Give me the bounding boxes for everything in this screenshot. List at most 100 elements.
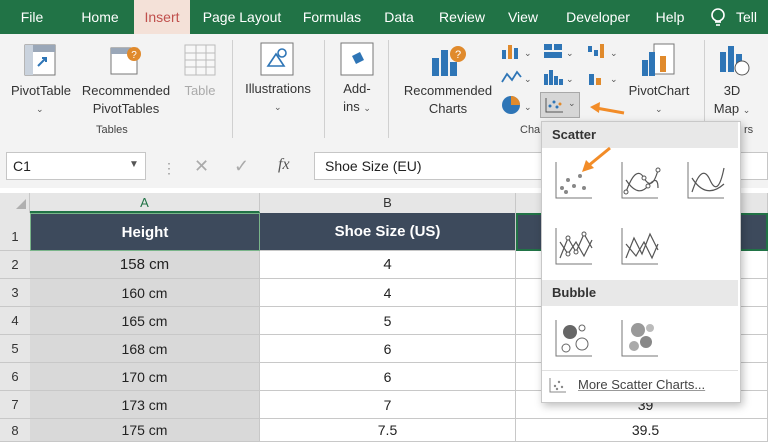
table-cell[interactable]: 4	[260, 251, 516, 279]
illustrations-button[interactable]: Illustrations	[238, 80, 318, 98]
combo-chart-caret-icon: ⌄	[610, 74, 618, 84]
menu-home[interactable]: Home	[70, 0, 130, 34]
table-button[interactable]: Table	[178, 82, 222, 100]
recommended-pivottables-line2: PivotTables	[92, 101, 160, 116]
menu-developer[interactable]: Developer	[556, 0, 640, 34]
table-cell[interactable]: 158 cm	[30, 251, 260, 279]
scatter-chart-button[interactable]: ⌄	[540, 92, 580, 118]
ribbon-separator	[232, 40, 233, 138]
row-header[interactable]: 4	[0, 307, 30, 335]
3d-map-line2: Map	[713, 101, 740, 116]
scatter-straight-lines-icon[interactable]	[618, 224, 662, 268]
row-header[interactable]: 8	[0, 419, 30, 442]
table-cell[interactable]: 170 cm	[30, 363, 260, 391]
menu-bar: File Home Insert Page Layout Formulas Da…	[0, 0, 768, 34]
tables-group-label: Tables	[96, 124, 128, 136]
table-header-cell[interactable]: Height	[30, 213, 260, 251]
3d-map-line1: 3D	[723, 83, 741, 98]
more-options-icon[interactable]: ⋮	[162, 160, 176, 177]
ribbon-separator	[324, 40, 325, 138]
menu-page-layout[interactable]: Page Layout	[196, 0, 288, 34]
table-cell[interactable]: 7.5	[260, 419, 516, 442]
table-cell[interactable]: 6	[260, 363, 516, 391]
tours-group-label: rs	[744, 124, 754, 136]
annotation-arrow-icon	[590, 102, 625, 115]
waterfall-chart-icon[interactable]	[586, 42, 608, 60]
pivottable-icon	[24, 44, 56, 76]
row-header[interactable]: 7	[0, 391, 30, 419]
addins-button[interactable]: Add- ins ⌄	[334, 80, 380, 117]
row-header[interactable]: 2	[0, 251, 30, 279]
column-chart-caret-icon: ⌄	[524, 48, 532, 58]
3d-map-button[interactable]: 3D Map ⌄	[712, 82, 752, 119]
table-cell[interactable]: 173 cm	[30, 391, 260, 419]
select-all-corner[interactable]	[0, 193, 30, 213]
recommended-pivottables-button[interactable]: Recommended PivotTables	[80, 82, 172, 118]
menu-data[interactable]: Data	[376, 0, 422, 34]
scatter-straight-lines-markers-icon[interactable]	[552, 224, 596, 268]
row-header[interactable]: 6	[0, 363, 30, 391]
hierarchy-chart-caret-icon: ⌄	[566, 48, 574, 58]
illustrations-caret-icon: ⌄	[274, 102, 282, 112]
menu-review[interactable]: Review	[432, 0, 492, 34]
table-cell[interactable]: 168 cm	[30, 335, 260, 363]
menu-formulas[interactable]: Formulas	[296, 0, 368, 34]
menu-help[interactable]: Help	[648, 0, 692, 34]
menu-view[interactable]: View	[500, 0, 546, 34]
lightbulb-icon	[711, 8, 725, 26]
recommended-charts-line2: Charts	[428, 101, 468, 116]
table-cell[interactable]: 165 cm	[30, 307, 260, 335]
scatter-smooth-lines-icon[interactable]	[684, 158, 728, 202]
line-chart-icon[interactable]	[500, 68, 522, 86]
cancel-icon[interactable]: ✕	[194, 156, 209, 177]
hierarchy-chart-icon[interactable]	[542, 42, 564, 60]
column-header-b[interactable]: B	[260, 193, 516, 213]
enter-icon[interactable]: ✓	[234, 156, 249, 177]
name-box[interactable]: C1 ▼	[6, 152, 146, 180]
addins-line1: Add-	[343, 81, 371, 96]
annotation-arrow-icon	[582, 146, 611, 172]
table-cell[interactable]: 175 cm	[30, 419, 260, 442]
name-box-dropdown-icon[interactable]: ▼	[129, 159, 139, 170]
pivottable-caret-icon: ⌄	[36, 104, 44, 114]
insert-function-button[interactable]: fx	[278, 156, 290, 174]
combo-chart-icon[interactable]	[586, 68, 608, 86]
more-scatter-charts-link[interactable]: More Scatter Charts...	[578, 377, 705, 392]
bubble-section-header: Bubble	[542, 280, 738, 306]
table-cell[interactable]: 5	[260, 307, 516, 335]
recommended-charts-line1: Recommended	[403, 83, 493, 98]
table-cell[interactable]: 6	[260, 335, 516, 363]
bubble-3d-icon[interactable]	[618, 316, 662, 360]
row-header[interactable]: 3	[0, 279, 30, 307]
pivotchart-button[interactable]: PivotChart	[624, 82, 694, 100]
table-header-cell[interactable]: Shoe Size (US)	[260, 213, 516, 251]
table-cell[interactable]: 7	[260, 391, 516, 419]
scatter-chart-dropdown: Scatter Bubble More Scatter Charts...	[541, 121, 741, 403]
scatter-chart-icon	[545, 98, 563, 113]
row-header[interactable]: 1	[0, 213, 30, 251]
menu-insert[interactable]: Insert	[134, 0, 190, 34]
recommended-charts-button[interactable]: Recommended Charts	[398, 82, 498, 118]
name-box-value: C1	[13, 158, 31, 174]
table-cell[interactable]: 39.5	[516, 419, 768, 442]
pivotchart-caret-icon: ⌄	[655, 104, 663, 114]
pie-chart-icon[interactable]	[500, 94, 522, 116]
column-header-a[interactable]: A	[30, 193, 260, 213]
illustrations-icon	[260, 42, 294, 76]
svg-text:?: ?	[455, 49, 461, 61]
3d-map-icon	[720, 46, 750, 76]
column-chart-icon[interactable]	[500, 42, 522, 60]
menu-file[interactable]: File	[10, 0, 54, 34]
charts-group-label: Cha	[520, 124, 541, 136]
statistic-chart-icon[interactable]	[542, 68, 564, 86]
bubble-icon[interactable]	[552, 316, 596, 360]
recommended-charts-icon: ?	[432, 46, 466, 76]
menu-tell-me[interactable]: Tell	[736, 0, 768, 34]
scatter-smooth-lines-markers-icon[interactable]	[618, 158, 662, 202]
recommended-pivottables-icon: ?	[110, 47, 141, 75]
addins-icon	[340, 42, 374, 76]
pivottable-button[interactable]: PivotTable	[6, 82, 76, 100]
row-header[interactable]: 5	[0, 335, 30, 363]
table-cell[interactable]: 160 cm	[30, 279, 260, 307]
table-cell[interactable]: 4	[260, 279, 516, 307]
